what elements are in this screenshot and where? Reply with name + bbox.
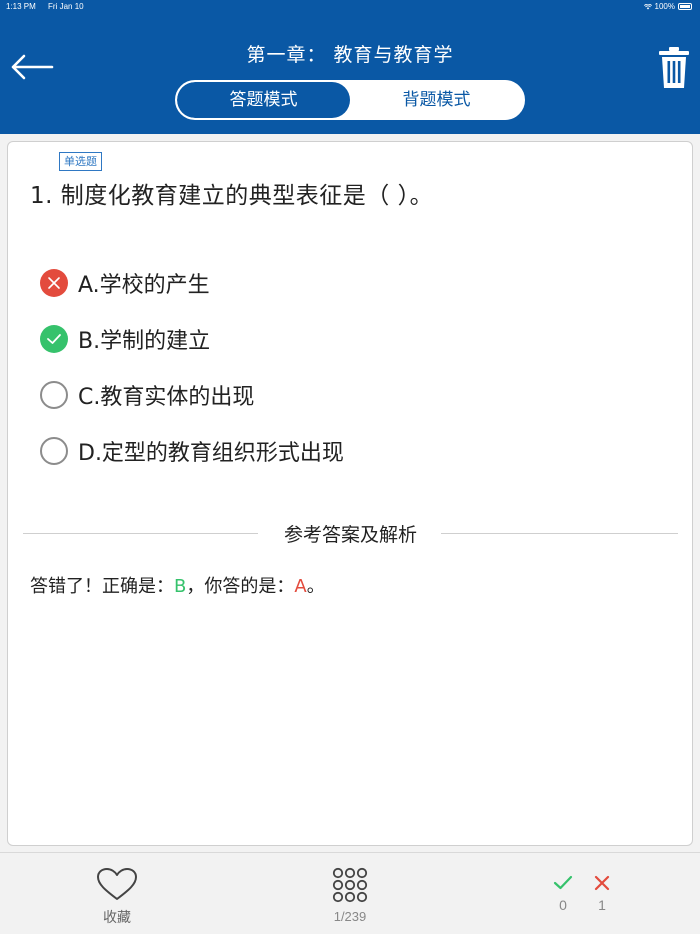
grid-icon	[332, 867, 368, 903]
header: 第一章： 教育与教育学 答题模式 背题模式	[0, 14, 700, 134]
question-grid-button[interactable]: 1/239	[320, 867, 380, 927]
option-d-label: D.定型的教育组织形式出现	[78, 441, 344, 466]
wifi-icon	[643, 3, 652, 9]
analysis-divider: 参考答案及解析	[23, 518, 678, 548]
option-a[interactable]: A.学校的产生	[40, 266, 210, 300]
option-b[interactable]: B.学制的建立	[40, 322, 210, 356]
wrong-count: 1	[598, 897, 606, 913]
option-c-label: C.教育实体的出现	[78, 385, 255, 410]
status-date: Fri Jan 10	[48, 2, 84, 11]
result-suffix: 。	[306, 576, 325, 597]
cross-icon	[594, 875, 610, 891]
wrong-stat: 1	[590, 875, 614, 913]
correct-stat: 0	[551, 875, 575, 913]
favorite-label: 收藏	[103, 910, 131, 926]
radio-empty-icon	[40, 437, 68, 465]
page-title: 第一章： 教育与教育学	[246, 44, 454, 66]
user-answer: A	[294, 576, 307, 597]
tab-recite-mode[interactable]: 背题模式	[350, 82, 523, 118]
mode-switcher: 答题模式 背题模式	[175, 80, 525, 120]
wrong-mark-icon	[40, 269, 68, 297]
battery-percent: 100%	[654, 2, 675, 11]
question-text: 1. 制度化教育建立的典型表征是（ ）。	[30, 183, 434, 209]
question-card: 单选题 1. 制度化教育建立的典型表征是（ ）。 A.学校的产生 B.学制的建立…	[7, 141, 693, 846]
radio-empty-icon	[40, 381, 68, 409]
option-b-label: B.学制的建立	[78, 329, 211, 354]
bottom-toolbar: 收藏 1/239 0 1	[0, 852, 700, 934]
tab-answer-mode[interactable]: 答题模式	[177, 82, 350, 118]
answer-result: 答错了！正确是：B，你答的是：A。	[30, 572, 325, 598]
status-time: 1:13 PM	[6, 2, 36, 11]
progress-indicator: 1/239	[333, 909, 367, 924]
option-d[interactable]: D.定型的教育组织形式出现	[40, 434, 344, 468]
option-c[interactable]: C.教育实体的出现	[40, 378, 254, 412]
correct-count: 0	[559, 897, 567, 913]
question-type-tag: 单选题	[59, 152, 102, 171]
battery-icon	[678, 3, 692, 10]
heart-icon	[97, 868, 137, 900]
status-bar: 1:13 PM Fri Jan 10 100%	[0, 0, 700, 14]
result-middle: ，你答的是：	[186, 576, 295, 597]
correct-answer: B	[174, 576, 187, 597]
check-mark-icon	[40, 325, 68, 353]
divider-line-right	[441, 533, 678, 534]
delete-button[interactable]	[658, 46, 690, 90]
option-a-label: A.学校的产生	[78, 273, 210, 298]
favorite-button[interactable]: 收藏	[92, 867, 142, 927]
trash-icon	[659, 47, 689, 88]
check-icon	[553, 875, 573, 890]
result-prefix: 答错了！正确是：	[30, 576, 174, 597]
